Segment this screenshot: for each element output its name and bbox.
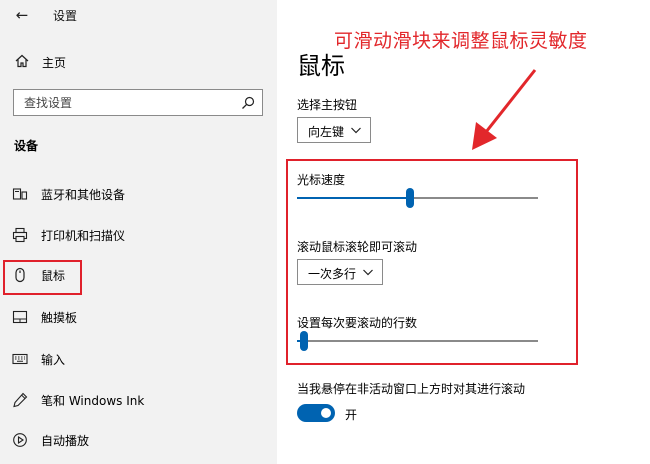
slider-track xyxy=(297,340,538,342)
slider-thumb[interactable] xyxy=(300,331,308,351)
search-input[interactable] xyxy=(24,94,224,111)
toggle-state-label: 开 xyxy=(345,408,358,422)
title-bar: ← 设置 xyxy=(0,0,277,32)
lines-per-scroll-slider[interactable] xyxy=(297,331,538,351)
sidebar-item-label: 打印机和扫描仪 xyxy=(41,229,126,243)
inactive-scroll-label: 当我悬停在非活动窗口上方时对其进行滚动 xyxy=(297,382,526,396)
primary-button-label: 选择主按钮 xyxy=(297,98,358,112)
sidebar-item-label: 蓝牙和其他设备 xyxy=(41,188,126,202)
sidebar-item-label: 自动播放 xyxy=(41,434,90,448)
scroll-setting-label: 滚动鼠标滚轮即可滚动 xyxy=(297,240,418,254)
sidebar-item-mouse[interactable]: 鼠标 xyxy=(0,260,277,295)
lines-per-scroll-label: 设置每次要滚动的行数 xyxy=(297,316,418,330)
sidebar-item-label: 触摸板 xyxy=(41,311,78,325)
printer-icon xyxy=(12,227,28,243)
search-box[interactable] xyxy=(13,89,263,116)
dropdown-value: 向左键 xyxy=(308,125,345,139)
dropdown-value: 一次多行 xyxy=(308,267,357,281)
touchpad-icon xyxy=(12,310,28,324)
back-arrow-icon: ← xyxy=(15,6,29,24)
cursor-speed-slider[interactable] xyxy=(297,188,538,208)
chevron-down-icon xyxy=(351,127,361,134)
primary-button-dropdown[interactable]: 向左键 xyxy=(297,117,371,143)
sidebar-item-label: 鼠标 xyxy=(41,269,66,283)
sidebar-item-printers[interactable]: 打印机和扫描仪 xyxy=(0,220,277,250)
sidebar-item-pen[interactable]: 笔和 Windows Ink xyxy=(0,385,277,415)
sidebar-item-label: 主页 xyxy=(42,56,67,70)
home-icon xyxy=(15,54,29,68)
search-icon[interactable] xyxy=(240,95,256,111)
mouse-icon xyxy=(15,267,25,283)
sidebar-item-touchpad[interactable]: 触摸板 xyxy=(0,302,277,332)
scroll-setting-dropdown[interactable]: 一次多行 xyxy=(297,259,383,285)
toggle-knob xyxy=(321,408,331,418)
sidebar: ← 设置 主页 设备 蓝牙和其他设备 打印机和扫描仪 xyxy=(0,0,277,464)
annotation-text: 可滑动滑块来调整鼠标灵敏度 xyxy=(334,30,588,52)
slider-thumb[interactable] xyxy=(406,188,414,208)
sidebar-item-label: 输入 xyxy=(41,353,66,367)
sidebar-item-bluetooth[interactable]: 蓝牙和其他设备 xyxy=(0,179,277,209)
back-button[interactable]: ← xyxy=(10,4,34,26)
sidebar-item-label: 笔和 Windows Ink xyxy=(41,394,145,408)
cursor-speed-label: 光标速度 xyxy=(297,173,346,187)
pen-icon xyxy=(13,392,28,408)
autoplay-icon xyxy=(13,433,27,447)
sidebar-item-autoplay[interactable]: 自动播放 xyxy=(0,425,277,455)
page-title: 鼠标 xyxy=(297,52,345,80)
bluetooth-icon xyxy=(12,188,28,200)
keyboard-icon xyxy=(12,353,28,365)
section-title: 设备 xyxy=(14,139,39,153)
slider-fill xyxy=(297,197,410,199)
sidebar-item-home[interactable]: 主页 xyxy=(0,50,277,74)
inactive-scroll-toggle[interactable] xyxy=(297,404,335,422)
app-title: 设置 xyxy=(53,9,78,23)
sidebar-item-typing[interactable]: 输入 xyxy=(0,344,277,374)
chevron-down-icon xyxy=(363,269,373,276)
